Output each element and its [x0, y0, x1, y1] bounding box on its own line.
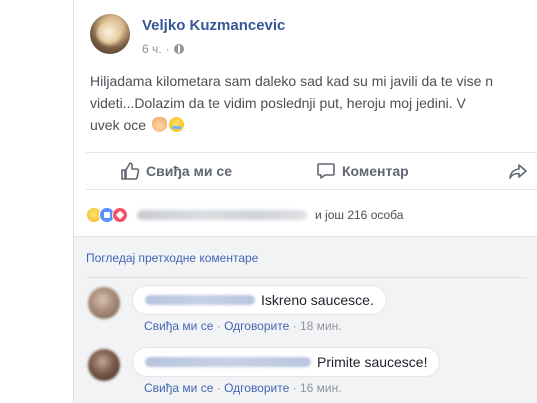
- commenter-avatar[interactable]: [88, 349, 120, 381]
- view-previous-comments-link[interactable]: Погледај претходне коментаре: [86, 251, 258, 265]
- like-label: Свиђа ми се: [146, 163, 232, 179]
- post-text-line: Hiljadama kilometara sam daleko sad kad …: [90, 73, 494, 89]
- comment-time[interactable]: 18 мин.: [300, 319, 342, 333]
- divider: [86, 277, 526, 278]
- post-header: Veljko Kuzmancevic 6 ч. ·: [90, 14, 530, 62]
- commenter-name-blurred[interactable]: [145, 295, 255, 305]
- post-time[interactable]: 6 ч.: [142, 42, 162, 56]
- comment-icon: [317, 163, 335, 179]
- comment-label: Коментар: [342, 163, 409, 179]
- post-meta: 6 ч. ·: [142, 42, 184, 56]
- comment-like-link[interactable]: Свиђа ми се: [144, 381, 213, 395]
- comment-bubble: Iskreno saucesce.: [132, 285, 387, 315]
- comment-item: Primite saucesce! Свиђа ми се · Одговори…: [86, 347, 526, 395]
- comment-like-link[interactable]: Свиђа ми се: [144, 319, 213, 333]
- post-text-line: uvek oce: [90, 114, 537, 136]
- love-reaction-icon: [112, 207, 128, 223]
- comment-item: Iskreno saucesce. Свиђа ми се · Одговори…: [86, 285, 526, 333]
- reactions-count[interactable]: и још 216 особа: [315, 208, 403, 222]
- comment-button[interactable]: Коментар: [316, 161, 409, 181]
- action-bar: Свиђа ми се Коментар: [86, 152, 537, 190]
- commenter-name-blurred[interactable]: [145, 357, 311, 367]
- comment-reply-link[interactable]: Одговорите: [224, 381, 289, 395]
- reactor-names-blurred: [137, 210, 307, 220]
- comment-text: Iskreno saucesce.: [261, 292, 374, 308]
- comment-actions: Свиђа ми се · Одговорите · 16 мин.: [144, 381, 342, 395]
- comment-time[interactable]: 16 мин.: [300, 381, 342, 395]
- comment-bubble: Primite saucesce!: [132, 347, 441, 377]
- post-text: Hiljadama kilometara sam daleko sad kad …: [90, 70, 537, 136]
- post-card: Veljko Kuzmancevic 6 ч. · Hiljadama kilo…: [73, 0, 537, 403]
- comment-text: Primite saucesce!: [317, 354, 428, 370]
- post-text-line: videti...Dolazim da te vidim poslednji p…: [90, 95, 466, 111]
- comments-section: Погледај претходне коментаре Iskreno sau…: [74, 236, 537, 403]
- author-name[interactable]: Veljko Kuzmancevic: [142, 17, 285, 34]
- pray-emoji: [151, 117, 167, 132]
- reactions-row[interactable]: и још 216 особа: [86, 205, 526, 225]
- thumbs-up-icon: [121, 162, 140, 180]
- sob-emoji: [168, 117, 184, 132]
- globe-icon[interactable]: [173, 44, 184, 54]
- author-avatar[interactable]: [90, 14, 130, 54]
- comment-actions: Свиђа ми се · Одговорите · 18 мин.: [144, 319, 342, 333]
- like-button[interactable]: Свиђа ми се: [120, 161, 232, 181]
- comment-reply-link[interactable]: Одговорите: [224, 319, 289, 333]
- share-button[interactable]: [508, 161, 528, 181]
- commenter-avatar[interactable]: [88, 287, 120, 319]
- share-arrow-icon: [509, 164, 527, 179]
